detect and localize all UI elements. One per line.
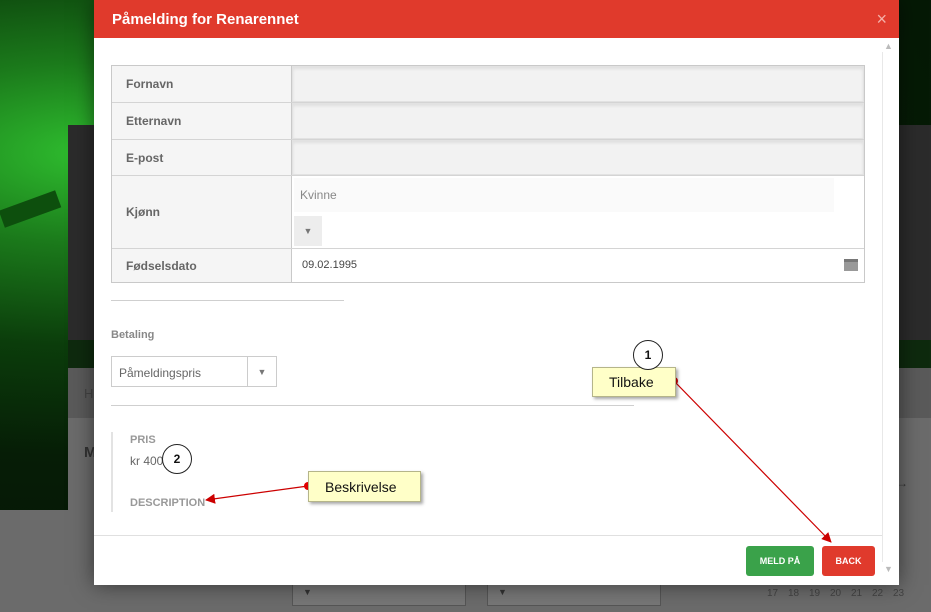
- calendar-day: 21: [850, 588, 863, 599]
- form-row-fornavn: Fornavn: [112, 66, 864, 103]
- background-breadcrumb: H: [84, 386, 94, 401]
- close-icon[interactable]: ×: [876, 9, 887, 30]
- chevron-down-icon[interactable]: ▼: [294, 216, 322, 246]
- payment-select-value: Påmeldingspris: [119, 366, 202, 380]
- calendar-day: 19: [808, 588, 821, 599]
- epost-input[interactable]: [292, 140, 864, 175]
- modal-scrollbar[interactable]: ▲ ▼: [882, 38, 899, 577]
- calendar-day: 17: [766, 588, 779, 599]
- background-calendar-row: 17 18 19 20 21 22 23: [762, 588, 909, 599]
- kjonn-label: Kjønn: [112, 176, 292, 248]
- payment-select[interactable]: Påmeldingspris ▼: [111, 356, 277, 387]
- meld-pa-button[interactable]: MELD PÅ: [746, 546, 814, 576]
- fornavn-input[interactable]: [292, 66, 864, 102]
- epost-label: E-post: [112, 140, 292, 175]
- calendar-day: 22: [871, 588, 884, 599]
- registration-form: Fornavn Etternavn E-post Kjønn Kvinne ▼ …: [111, 65, 865, 283]
- calendar-icon[interactable]: [844, 259, 858, 271]
- form-row-etternavn: Etternavn: [112, 103, 864, 140]
- fodselsdato-value: 09.02.1995: [302, 259, 358, 271]
- betaling-label: Betaling: [111, 329, 155, 341]
- background-select: [292, 584, 466, 606]
- scroll-up-icon[interactable]: ▲: [884, 41, 893, 51]
- background-content-left: [0, 510, 68, 612]
- fodselsdato-label: Fødselsdato: [112, 249, 292, 282]
- callout-tilbake: Tilbake: [592, 367, 676, 397]
- price-block-bar: [111, 432, 113, 512]
- fornavn-label: Fornavn: [112, 66, 292, 102]
- calendar-day: 18: [787, 588, 800, 599]
- callout-number-2: 2: [162, 444, 192, 474]
- pris-label: PRIS: [130, 434, 156, 446]
- form-row-fodselsdato: Fødselsdato 09.02.1995: [112, 249, 864, 282]
- callout-number-1: 1: [633, 340, 663, 370]
- etternavn-label: Etternavn: [112, 103, 292, 139]
- calendar-day: 20: [829, 588, 842, 599]
- calendar-day: 23: [892, 588, 905, 599]
- fodselsdato-input[interactable]: 09.02.1995: [292, 249, 864, 282]
- footer-divider: [94, 535, 882, 536]
- kjonn-select[interactable]: Kvinne: [294, 178, 834, 212]
- form-row-epost: E-post: [112, 140, 864, 176]
- modal-title: Påmelding for Renarennet: [112, 10, 299, 28]
- etternavn-input[interactable]: [292, 103, 864, 139]
- description-label: DESCRIPTION: [130, 497, 206, 509]
- chevron-down-icon[interactable]: ▼: [247, 357, 276, 386]
- divider: [111, 405, 634, 406]
- modal-header: Påmelding for Renarennet ×: [94, 0, 899, 38]
- back-button[interactable]: BACK: [822, 546, 875, 576]
- scroll-track: [882, 52, 883, 562]
- divider: [111, 300, 344, 301]
- background-select: [487, 584, 661, 606]
- pris-value: kr 400: [130, 454, 164, 468]
- callout-beskrivelse: Beskrivelse: [308, 471, 421, 502]
- scroll-down-icon[interactable]: ▼: [884, 564, 893, 574]
- form-row-kjonn: Kjønn Kvinne ▼: [112, 176, 864, 249]
- registration-modal: Påmelding for Renarennet × ▲ ▼ Fornavn E…: [94, 0, 899, 585]
